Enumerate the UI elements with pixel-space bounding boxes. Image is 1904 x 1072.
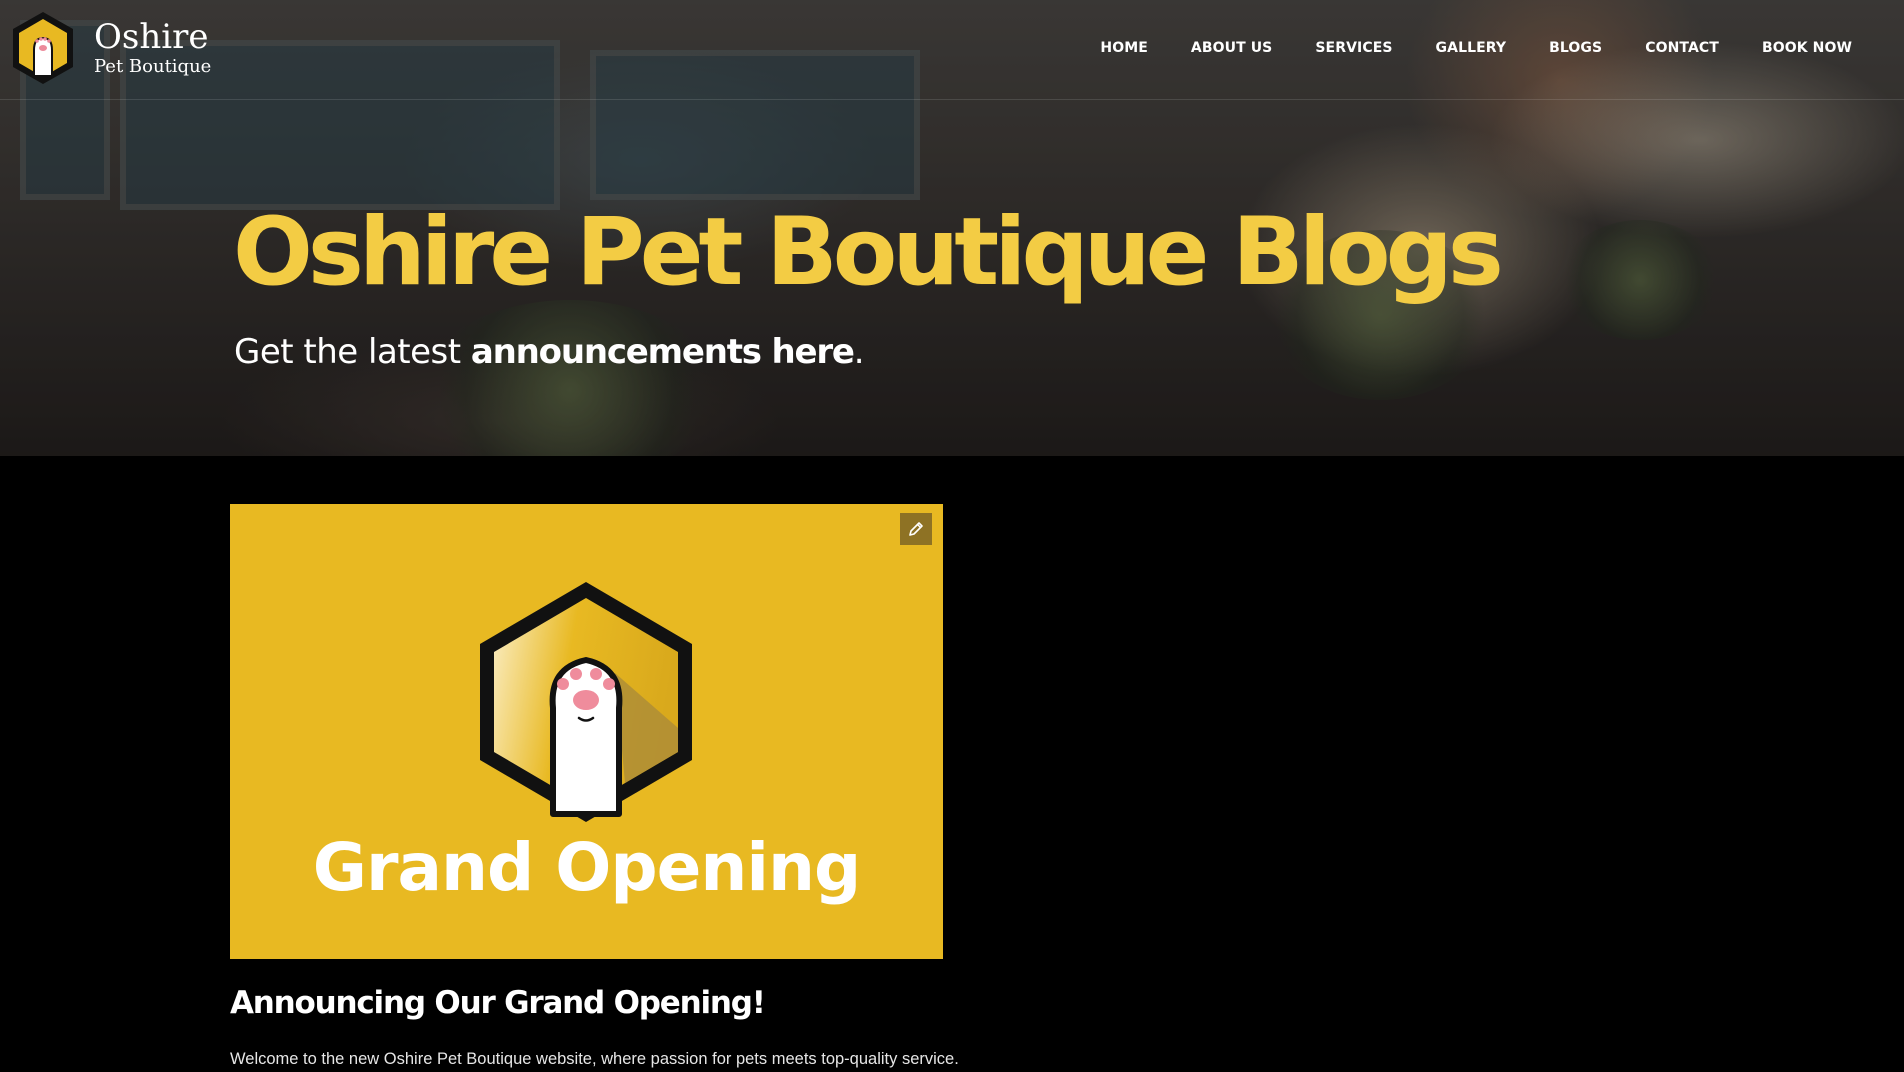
nav-home[interactable]: HOME	[1100, 40, 1148, 56]
site-header: Oshire Pet Boutique HOME ABOUT US SERVIC…	[0, 0, 1904, 100]
nav-services[interactable]: SERVICES	[1315, 40, 1392, 56]
nav-contact[interactable]: CONTACT	[1645, 40, 1719, 56]
post-excerpt: Welcome to the new Oshire Pet Boutique w…	[230, 1050, 959, 1068]
post-title[interactable]: Announcing Our Grand Opening!	[230, 982, 766, 1024]
nav-about-us[interactable]: ABOUT US	[1191, 40, 1272, 56]
logo-text: Oshire Pet Boutique	[94, 18, 211, 78]
nav-book-now[interactable]: BOOK NOW	[1762, 40, 1852, 56]
logo-title: Oshire	[94, 17, 209, 57]
nav-blogs[interactable]: BLOGS	[1549, 40, 1602, 56]
nav-gallery[interactable]: GALLERY	[1436, 40, 1507, 56]
main-nav: HOME ABOUT US SERVICES GALLERY BLOGS CON…	[1057, 40, 1852, 56]
post-featured-image[interactable]: Grand Opening	[230, 504, 943, 959]
hero-subtitle-plain: Get the latest	[234, 332, 471, 372]
hero-subtitle-bold: announcements here	[470, 332, 855, 372]
pencil-icon	[909, 522, 923, 536]
hero-subtitle: Get the latest announcements here.	[234, 330, 865, 374]
logo-tagline: Pet Boutique	[94, 56, 212, 77]
paw-hexagon-emblem-icon	[480, 582, 692, 822]
hero-title: Oshire Pet Boutique Blogs	[233, 198, 1504, 307]
site-logo[interactable]: Oshire Pet Boutique	[10, 10, 211, 86]
edit-button[interactable]	[900, 513, 932, 545]
hero-subtitle-end: .	[853, 332, 865, 372]
image-caption: Grand Opening	[312, 829, 861, 906]
paw-hexagon-logo-icon	[13, 12, 73, 84]
